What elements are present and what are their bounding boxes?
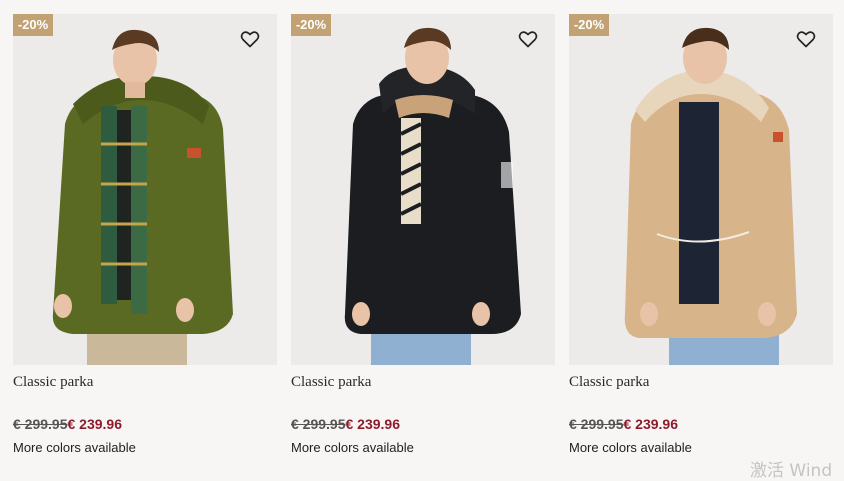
- product-image[interactable]: -20%: [569, 14, 833, 365]
- discount-badge: -20%: [13, 14, 53, 36]
- price-block: € 299.95€ 239.96: [13, 416, 277, 434]
- more-colors-note[interactable]: More colors available: [291, 440, 555, 455]
- sale-price: € 239.96: [623, 416, 679, 432]
- product-image[interactable]: -20%: [291, 14, 555, 365]
- product-title[interactable]: Classic parka: [291, 374, 555, 394]
- sale-price: € 239.96: [67, 416, 123, 432]
- original-price: € 299.95: [291, 416, 346, 432]
- product-card[interactable]: -20% Classic parka € 299.95€ 239.96 More…: [13, 14, 277, 455]
- black-parka-photo: [344, 27, 521, 365]
- product-title[interactable]: Classic parka: [569, 374, 833, 394]
- product-card[interactable]: -20% Classic parka € 299.95€ 239.96 More…: [569, 14, 833, 455]
- wishlist-heart-icon[interactable]: [796, 29, 816, 49]
- more-colors-note[interactable]: More colors available: [569, 440, 833, 455]
- product-title[interactable]: Classic parka: [13, 374, 277, 394]
- olive-parka-photo: [52, 29, 234, 365]
- product-card[interactable]: -20% Classic parka € 299.95€ 239.96 More…: [291, 14, 555, 455]
- beige-parka-photo: [624, 27, 797, 365]
- wishlist-heart-icon[interactable]: [518, 29, 538, 49]
- original-price: € 299.95: [13, 416, 68, 432]
- product-image[interactable]: -20%: [13, 14, 277, 365]
- more-colors-note[interactable]: More colors available: [13, 440, 277, 455]
- sale-price: € 239.96: [345, 416, 401, 432]
- discount-badge: -20%: [291, 14, 331, 36]
- discount-badge: -20%: [569, 14, 609, 36]
- price-block: € 299.95€ 239.96: [569, 416, 833, 434]
- original-price: € 299.95: [569, 416, 624, 432]
- wishlist-heart-icon[interactable]: [240, 29, 260, 49]
- product-grid: -20% Classic parka € 299.95€ 239.96 More…: [0, 0, 844, 471]
- os-activation-watermark: 激活 Wind: [750, 461, 833, 481]
- price-block: € 299.95€ 239.96: [291, 416, 555, 434]
